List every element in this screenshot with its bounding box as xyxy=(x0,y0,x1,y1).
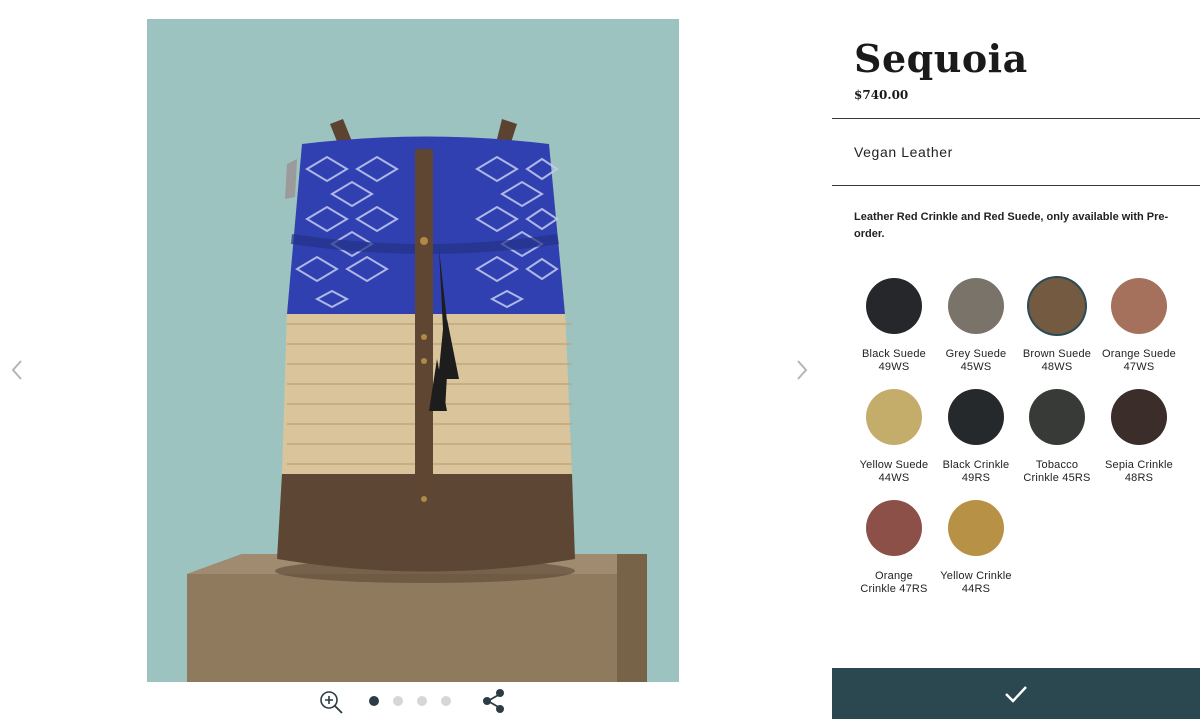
slide-dot-2[interactable] xyxy=(393,696,403,706)
swatch-color xyxy=(1111,389,1167,445)
swatch-label: Grey Suede 45WS xyxy=(945,348,1007,373)
swatch-color xyxy=(866,389,922,445)
checkmark-icon xyxy=(1005,685,1027,703)
swatch-black-suede[interactable]: Black Suede 49WS xyxy=(852,278,936,374)
swatch-color xyxy=(1029,278,1085,334)
slide-dot-4[interactable] xyxy=(441,696,451,706)
slide-dots xyxy=(369,696,451,706)
swatch-label: Orange Suede 47WS xyxy=(1102,348,1176,373)
swatch-label: Yellow Suede 44WS xyxy=(859,459,929,484)
product-gallery xyxy=(0,0,832,719)
swatch-black-crinkle[interactable]: Black Crinkle 49RS xyxy=(934,389,1018,485)
swatch-label: Tobacco Crinkle 45RS xyxy=(1023,459,1091,484)
product-image xyxy=(147,19,679,682)
swatch-color xyxy=(1029,389,1085,445)
swatch-label: Black Crinkle 49RS xyxy=(942,459,1010,484)
product-details-panel: Sequoia $740.00 Vegan Leather Leather Re… xyxy=(832,0,1200,719)
confirm-button[interactable] xyxy=(832,668,1200,719)
product-price: $740.00 xyxy=(854,88,909,102)
swatch-label: Orange Crinkle 47RS xyxy=(860,570,928,595)
swatch-color xyxy=(866,500,922,556)
swatch-label: Black Suede 49WS xyxy=(862,348,926,373)
swatch-grey-suede[interactable]: Grey Suede 45WS xyxy=(934,278,1018,374)
swatch-yellow-suede[interactable]: Yellow Suede 44WS xyxy=(852,389,936,485)
swatch-label: Yellow Crinkle 44RS xyxy=(940,570,1012,595)
divider xyxy=(832,118,1200,119)
gallery-controls xyxy=(0,683,832,719)
zoom-in-icon[interactable] xyxy=(318,689,344,715)
swatch-color xyxy=(948,500,1004,556)
share-icon[interactable] xyxy=(481,688,507,714)
swatch-color xyxy=(866,278,922,334)
swatch-yellow-crinkle[interactable]: Yellow Crinkle 44RS xyxy=(934,500,1018,596)
swatch-label: Brown Suede 48WS xyxy=(1022,348,1092,373)
preorder-note: Leather Red Crinkle and Red Suede, only … xyxy=(854,211,1169,240)
swatch-orange-suede[interactable]: Orange Suede 47WS xyxy=(1097,278,1181,374)
swatch-brown-suede[interactable]: Brown Suede 48WS xyxy=(1015,278,1099,374)
swatch-tobacco-crinkle[interactable]: Tobacco Crinkle 45RS xyxy=(1015,389,1099,485)
slide-dot-1[interactable] xyxy=(369,696,379,706)
material-option[interactable]: Vegan Leather xyxy=(854,144,953,160)
chevron-right-icon[interactable] xyxy=(790,356,814,384)
chevron-left-icon[interactable] xyxy=(5,356,29,384)
swatch-color xyxy=(1111,278,1167,334)
swatch-orange-crinkle[interactable]: Orange Crinkle 47RS xyxy=(852,500,936,596)
slide-dot-3[interactable] xyxy=(417,696,427,706)
swatch-sepia-crinkle[interactable]: Sepia Crinkle 48RS xyxy=(1097,389,1181,485)
swatch-label: Sepia Crinkle 48RS xyxy=(1104,459,1174,484)
divider xyxy=(832,185,1200,186)
swatch-color xyxy=(948,278,1004,334)
product-title: Sequoia xyxy=(854,36,1028,81)
swatch-color xyxy=(948,389,1004,445)
